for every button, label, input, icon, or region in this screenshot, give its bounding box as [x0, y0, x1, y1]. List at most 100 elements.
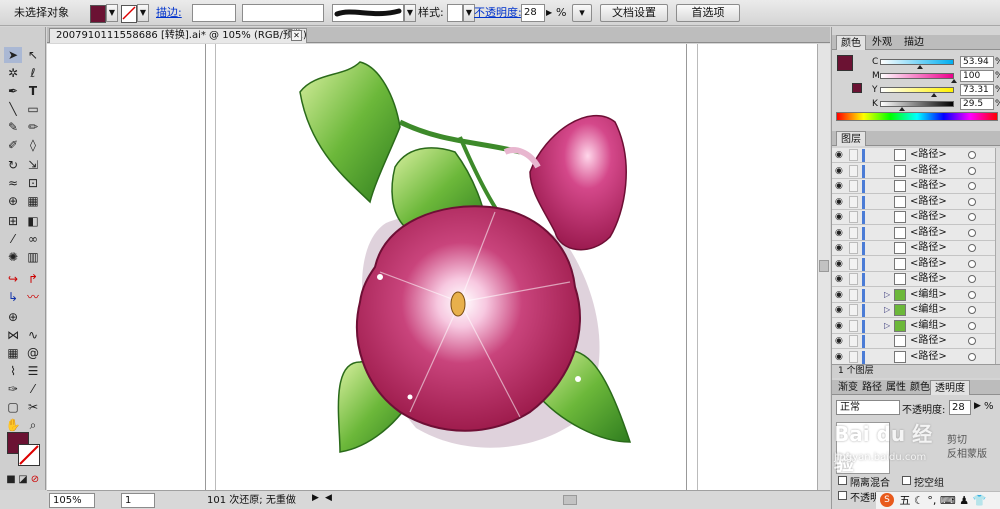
target-circle-icon[interactable]	[968, 244, 976, 252]
eye-icon[interactable]: ◉	[835, 182, 846, 191]
eye-icon[interactable]: ◉	[835, 228, 846, 237]
stroke-weight-field[interactable]	[192, 4, 236, 22]
layer-row[interactable]: ◉ ▷ <编组>	[832, 318, 995, 334]
brush-dropdown-arrow[interactable]: ▼	[404, 4, 416, 22]
target-circle-icon[interactable]	[968, 290, 976, 299]
close-tab-icon[interactable]: ✕	[291, 30, 302, 41]
opacity-slider-arrow[interactable]: ▶	[546, 4, 552, 22]
layer-row[interactable]: ◉ <路径>	[832, 210, 995, 225]
fill-dropdown-arrow[interactable]: ▼	[106, 4, 118, 22]
scrollbar-thumb[interactable]	[819, 260, 829, 272]
knockout-group-checkbox[interactable]	[902, 476, 911, 485]
lock-toggle[interactable]	[849, 180, 858, 192]
eye-icon[interactable]: ◉	[835, 244, 846, 253]
symbol-sprayer-tool-icon[interactable]: ✺	[4, 249, 22, 265]
custom-tool-red-1-icon[interactable]: ↪	[4, 271, 22, 287]
ime-keyboard-icon[interactable]: ⌨	[940, 494, 956, 507]
target-circle-icon[interactable]	[968, 213, 976, 221]
morning-glory-artwork[interactable]	[290, 52, 650, 462]
lock-toggle[interactable]	[849, 242, 858, 254]
status-menu-arrow[interactable]: ▶	[312, 493, 319, 503]
layer-row[interactable]: ◉ <路径>	[832, 241, 995, 256]
pencil-tool-icon[interactable]: ✏	[24, 119, 42, 135]
tab-color[interactable]: 颜色	[836, 35, 866, 50]
channel-gradient-bar[interactable]	[880, 87, 954, 93]
none-mode-icon[interactable]: ⊘	[26, 472, 44, 488]
tab-stroke[interactable]: 描边	[900, 35, 928, 50]
shape-builder-tool-icon[interactable]: ⊕	[4, 193, 22, 209]
eye-icon[interactable]: ◉	[835, 259, 846, 268]
slice-tool-icon[interactable]: ▢	[4, 399, 22, 415]
vertical-scrollbar[interactable]	[817, 44, 830, 490]
eye-icon[interactable]: ◉	[835, 352, 846, 361]
layer-row[interactable]: ◉ <路径>	[832, 334, 995, 349]
invert-mask-label[interactable]: 反相蒙版	[947, 445, 987, 460]
style-swatch[interactable]	[447, 4, 463, 22]
document-setup-button[interactable]: 文档设置	[600, 4, 668, 22]
layer-row[interactable]: ◉ <路径>	[832, 256, 995, 272]
spiral-tool-icon[interactable]: @	[24, 345, 42, 361]
tab-layers[interactable]: 图层	[836, 131, 866, 146]
lasso-tool-icon[interactable]: ℓ	[24, 65, 42, 81]
variable-width-field[interactable]	[242, 4, 324, 22]
perspective-grid-tool-icon[interactable]: ▦	[24, 193, 42, 209]
lock-toggle[interactable]	[849, 164, 858, 177]
layer-row[interactable]: ◉ ▷ <编组>	[832, 287, 995, 303]
free-transform-tool-icon[interactable]: ⊡	[24, 175, 42, 191]
eye-icon[interactable]: ◉	[835, 290, 846, 299]
custom-tool-red-3-icon[interactable]: 〰	[24, 289, 42, 305]
hand-tool-icon[interactable]: ✋	[4, 417, 22, 433]
lock-toggle[interactable]	[849, 257, 858, 270]
target-circle-icon[interactable]	[968, 337, 976, 345]
layer-row[interactable]: ◉ <路径>	[832, 272, 995, 287]
artboard-tool-icon[interactable]: ⋈	[4, 327, 22, 343]
expand-triangle-icon[interactable]: ▷	[884, 288, 890, 302]
opacity-input[interactable]: 28	[521, 4, 545, 22]
lock-toggle[interactable]	[849, 350, 858, 363]
eraser-tool-icon[interactable]: ◊	[24, 137, 42, 153]
selection-tool-icon[interactable]: ➤	[4, 47, 22, 63]
expand-triangle-icon[interactable]: ▷	[884, 303, 890, 317]
layers-scrollbar[interactable]	[995, 148, 1000, 364]
layer-row[interactable]: ◉ <路径>	[832, 179, 995, 194]
slider-m[interactable]: M 100%	[872, 70, 1000, 83]
target-circle-icon[interactable]	[968, 197, 976, 206]
slider-c[interactable]: C 53.94%	[872, 56, 1000, 69]
target-circle-icon[interactable]	[968, 151, 976, 159]
type-tool-icon[interactable]: T	[24, 83, 42, 99]
channel-gradient-bar[interactable]	[880, 73, 954, 79]
mesh-tool-icon[interactable]: ⊞	[4, 213, 22, 229]
warp-tool-icon[interactable]: ≈	[4, 175, 22, 191]
direct-selection-tool-icon[interactable]: ↖	[24, 47, 42, 63]
ime-logo-icon[interactable]: S	[880, 493, 894, 507]
pen-tool-icon[interactable]: ✒	[4, 83, 22, 99]
more-options-button[interactable]: ▾	[572, 4, 592, 22]
slider-handle-icon[interactable]	[898, 107, 905, 111]
wave-tool-icon[interactable]: ∿	[24, 327, 42, 343]
blob-brush-tool-icon[interactable]: ✐	[4, 137, 22, 153]
rotate-tool-icon[interactable]: ↻	[4, 157, 22, 173]
tab-appearance[interactable]: 外观	[868, 35, 896, 50]
channel-gradient-bar[interactable]	[880, 101, 954, 107]
layer-row[interactable]: ◉ <路径>	[832, 148, 995, 163]
slider-handle-icon[interactable]	[931, 93, 938, 97]
grid-tool-icon[interactable]: ▦	[4, 345, 22, 361]
eye-icon[interactable]: ◉	[835, 306, 846, 315]
stroke-color-swatch[interactable]	[121, 5, 137, 23]
custom-tool-blue-1-icon[interactable]: ↳	[4, 289, 22, 305]
channel-value-input[interactable]: 73.31	[960, 84, 994, 96]
lock-toggle[interactable]	[849, 273, 858, 285]
lock-toggle[interactable]	[849, 195, 858, 208]
stroke-color-box[interactable]	[18, 444, 40, 466]
target-circle-icon[interactable]	[968, 228, 976, 237]
magic-wand-tool-icon[interactable]: ✲	[4, 65, 22, 81]
target-circle-icon[interactable]	[968, 259, 976, 268]
crosshair-tool-icon[interactable]: ⊕	[4, 309, 22, 325]
ime-shirt-icon[interactable]: 👕	[973, 494, 987, 507]
preferences-button[interactable]: 首选项	[676, 4, 740, 22]
slider-handle-icon[interactable]	[951, 79, 957, 83]
lock-toggle[interactable]	[849, 304, 858, 316]
lock-toggle[interactable]	[849, 211, 858, 223]
paintbrush-tool-icon[interactable]: ✎	[4, 119, 22, 135]
scale-tool-icon[interactable]: ⇲	[24, 157, 42, 173]
